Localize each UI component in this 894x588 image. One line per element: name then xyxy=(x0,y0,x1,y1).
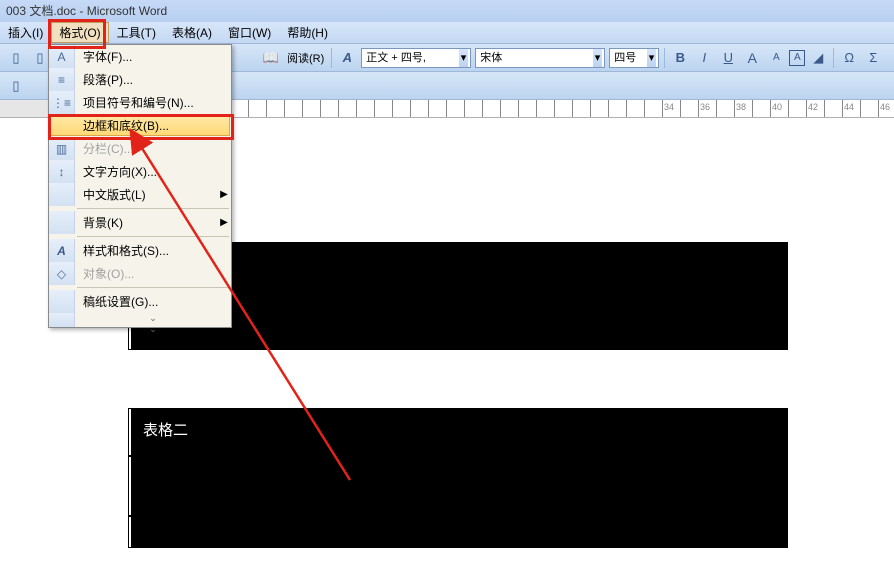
table-row[interactable] xyxy=(128,516,788,548)
read-label[interactable]: 阅读(R) xyxy=(283,50,328,66)
submenu-arrow-icon: ▶ xyxy=(217,217,231,228)
submenu-arrow-icon: ▶ xyxy=(217,189,231,200)
menu-window[interactable]: 窗口(W) xyxy=(220,22,279,43)
blank-icon xyxy=(49,211,75,234)
menu-format[interactable]: 格式(O) xyxy=(51,22,108,43)
menu-table[interactable]: 表格(A) xyxy=(164,22,220,43)
cell-text: 表格二 xyxy=(143,422,188,439)
menu-tools[interactable]: 工具(T) xyxy=(109,22,164,43)
titlebar: 003 文档.doc - Microsoft Word xyxy=(0,0,894,22)
styles-icon[interactable]: A xyxy=(336,47,358,69)
toolbar-sep xyxy=(664,48,665,68)
table-row[interactable]: 表格二 xyxy=(128,408,788,456)
table-row[interactable] xyxy=(128,456,788,516)
format-dropdown: A 字体(F)... ≡ 段落(P)... ⋮≡ 项目符号和编号(N)... 边… xyxy=(48,44,232,328)
font-grow-button[interactable]: A xyxy=(741,47,763,69)
book-icon[interactable]: 📖 xyxy=(260,47,282,69)
menu-borders-shading[interactable]: 边框和底纹(B)... xyxy=(50,115,230,136)
menu-object[interactable]: ◇ 对象(O)... xyxy=(49,262,231,285)
menu-text-direction[interactable]: ↕ 文字方向(X)... xyxy=(49,160,231,183)
paragraph-icon: ≡ xyxy=(49,68,75,91)
toolbar-icon[interactable]: ▯ xyxy=(5,75,27,97)
menu-paragraph[interactable]: ≡ 段落(P)... xyxy=(49,68,231,91)
menu-separator xyxy=(77,236,229,237)
ruler-gutter xyxy=(0,100,50,117)
bold-button[interactable]: B xyxy=(669,47,691,69)
toolbar-sep xyxy=(331,48,332,68)
blank-icon xyxy=(49,290,75,313)
text-direction-icon: ↕ xyxy=(49,160,75,183)
menu-asian-layout[interactable]: 中文版式(L) ▶ xyxy=(49,183,231,206)
font-icon: A xyxy=(49,45,75,68)
chevron-down-icon xyxy=(49,313,75,327)
toolbar-icon[interactable]: ▯ xyxy=(5,47,27,69)
menu-bullets[interactable]: ⋮≡ 项目符号和编号(N)... xyxy=(49,91,231,114)
menu-manuscript[interactable]: 稿纸设置(G)... xyxy=(49,290,231,313)
style-combo[interactable]: 正文 + 四号, xyxy=(361,48,471,68)
menu-expand[interactable]: ⌄⌄ xyxy=(49,313,231,327)
styles-icon: A xyxy=(49,239,75,262)
size-combo[interactable]: 四号 xyxy=(609,48,659,68)
menu-columns[interactable]: ▥ 分栏(C)... xyxy=(49,137,231,160)
blank-icon xyxy=(51,114,75,137)
table-2[interactable]: 表格二 xyxy=(128,408,788,548)
toolbar-sep xyxy=(833,48,834,68)
font-shrink-button[interactable]: A xyxy=(765,47,787,69)
columns-icon: ▥ xyxy=(49,137,75,160)
menu-separator xyxy=(77,208,229,209)
object-icon: ◇ xyxy=(49,262,75,285)
menu-insert[interactable]: 插入(I) xyxy=(0,22,51,43)
char-border-button[interactable]: A xyxy=(789,50,805,66)
italic-button[interactable]: I xyxy=(693,47,715,69)
title-text: 003 文档.doc - Microsoft Word xyxy=(6,4,167,18)
menu-font[interactable]: A 字体(F)... xyxy=(49,45,231,68)
blank-icon xyxy=(49,183,75,206)
sigma-icon[interactable]: Σ xyxy=(862,47,884,69)
menu-separator xyxy=(77,287,229,288)
bullets-icon: ⋮≡ xyxy=(49,91,75,114)
menubar: 插入(I) 格式(O) 工具(T) 表格(A) 窗口(W) 帮助(H) xyxy=(0,22,894,44)
chevron-down-icon: ⌄⌄ xyxy=(149,313,157,334)
font-combo[interactable]: 宋体 xyxy=(475,48,605,68)
char-shading-button[interactable]: ◢ xyxy=(807,47,829,69)
menu-help[interactable]: 帮助(H) xyxy=(279,22,336,43)
menu-styles[interactable]: A 样式和格式(S)... xyxy=(49,239,231,262)
menu-background[interactable]: 背景(K) ▶ xyxy=(49,211,231,234)
underline-button[interactable]: U xyxy=(717,47,739,69)
omega-icon[interactable]: Ω xyxy=(838,47,860,69)
